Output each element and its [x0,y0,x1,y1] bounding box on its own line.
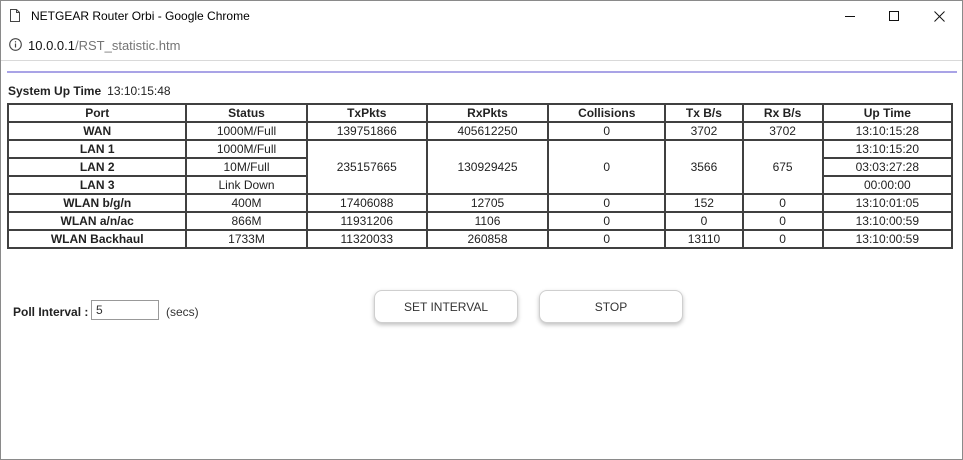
cell-collisions: 0 [547,193,667,213]
statistics-table: Port Status TxPkts RxPkts Collisions Tx … [6,103,954,249]
table-row-wlan-bgn: WLAN b/g/n 400M 17406088 12705 0 152 0 1… [6,193,954,213]
info-icon[interactable] [9,38,22,51]
url-path: /RST_statistic.htm [75,38,181,53]
cell-rxbs: 0 [741,193,824,213]
cell-uptime: 00:00:00 [821,175,954,195]
table-header-row: Port Status TxPkts RxPkts Collisions Tx … [6,103,954,123]
url-text[interactable]: 10.0.0.1/RST_statistic.htm [28,38,180,53]
cell-rxbs: 0 [741,229,824,249]
column-header: RxPkts [425,103,550,123]
cell-rxbs: 3702 [741,121,824,141]
column-header: Tx B/s [664,103,744,123]
close-button[interactable] [916,1,962,31]
cell-txpkts: 17406088 [305,193,428,213]
cell-port: LAN 3 [6,175,188,195]
cell-collisions: 0 [547,211,667,231]
cell-rxpkts: 405612250 [425,121,550,141]
window-title: NETGEAR Router Orbi - Google Chrome [31,9,250,23]
cell-txbs: 13110 [664,229,744,249]
cell-rxpkts: 1106 [425,211,550,231]
table-row-wlan-backhaul: WLAN Backhaul 1733M 11320033 260858 0 13… [6,229,954,249]
cell-rxpkts: 12705 [425,193,550,213]
cell-port: WAN [6,121,188,141]
table-row-lan1: LAN 1 1000M/Full 235157665 130929425 0 3… [6,139,954,195]
cell-txpkts: 139751866 [305,121,428,141]
cell-status: 1733M [185,229,308,249]
system-up-time-label: System Up Time [8,84,102,98]
cell-uptime: 13:10:01:05 [821,193,954,213]
cell-txbs: 3702 [664,121,744,141]
cell-collisions: 0 [547,121,667,141]
system-up-time: System Up Time 13:10:15:48 [8,84,171,98]
cell-uptime: 13:10:00:59 [821,229,954,249]
close-icon [933,10,945,22]
cell-uptime: 13:10:00:59 [821,211,954,231]
poll-interval-label: Poll Interval : [13,305,89,319]
cell-rxpkts: 260858 [425,229,550,249]
cell-uptime: 13:10:15:20 [821,139,954,159]
title-bar: NETGEAR Router Orbi - Google Chrome [1,1,962,33]
table-row-wan: WAN 1000M/Full 139751866 405612250 0 370… [6,121,954,141]
cell-rxbs: 0 [741,211,824,231]
poll-interval-unit: (secs) [166,305,199,319]
cell-txbs: 0 [664,211,744,231]
cell-status: 866M [185,211,308,231]
cell-collisions: 0 [547,229,667,249]
maximize-icon [889,11,899,21]
minimize-button[interactable] [827,1,873,31]
cell-port: LAN 2 [6,157,188,177]
cell-rxbs: 675 [741,139,824,195]
cell-txpkts: 235157665 [305,139,428,195]
system-up-time-value: 13:10:15:48 [107,84,171,98]
cell-txbs: 152 [664,193,744,213]
set-interval-button[interactable]: SET INTERVAL [374,290,518,323]
url-host: 10.0.0.1 [28,38,75,53]
cell-collisions: 0 [547,139,667,195]
page-content: System Up Time 13:10:15:48 Port Status Tx… [1,61,962,459]
cell-txbs: 3566 [664,139,744,195]
minimize-icon [845,16,855,17]
cell-port: WLAN a/n/ac [6,211,188,231]
browser-window: NETGEAR Router Orbi - Google Chrome 10.0… [0,0,963,460]
column-header: Status [185,103,308,123]
cell-status: 1000M/Full [185,121,308,141]
table-row-wlan-anac: WLAN a/n/ac 866M 11931206 1106 0 0 0 13:… [6,211,954,231]
cell-port: WLAN Backhaul [6,229,188,249]
header-divider [7,71,957,73]
column-header: Rx B/s [741,103,824,123]
cell-txpkts: 11931206 [305,211,428,231]
column-header: Collisions [547,103,667,123]
cell-status: 400M [185,193,308,213]
page-icon [10,9,20,22]
column-header: Up Time [821,103,954,123]
stop-button[interactable]: STOP [539,290,683,323]
cell-status: 1000M/Full [185,139,308,159]
cell-rxpkts: 130929425 [425,139,550,195]
address-bar[interactable]: 10.0.0.1/RST_statistic.htm [1,34,962,61]
column-header: Port [6,103,188,123]
cell-port: LAN 1 [6,139,188,159]
cell-uptime: 13:10:15:28 [821,121,954,141]
maximize-button[interactable] [871,1,917,31]
cell-port: WLAN b/g/n [6,193,188,213]
cell-txpkts: 11320033 [305,229,428,249]
column-header: TxPkts [305,103,428,123]
cell-status: Link Down [185,175,308,195]
cell-status: 10M/Full [185,157,308,177]
poll-interval-input[interactable] [91,300,159,320]
cell-uptime: 03:03:27:28 [821,157,954,177]
